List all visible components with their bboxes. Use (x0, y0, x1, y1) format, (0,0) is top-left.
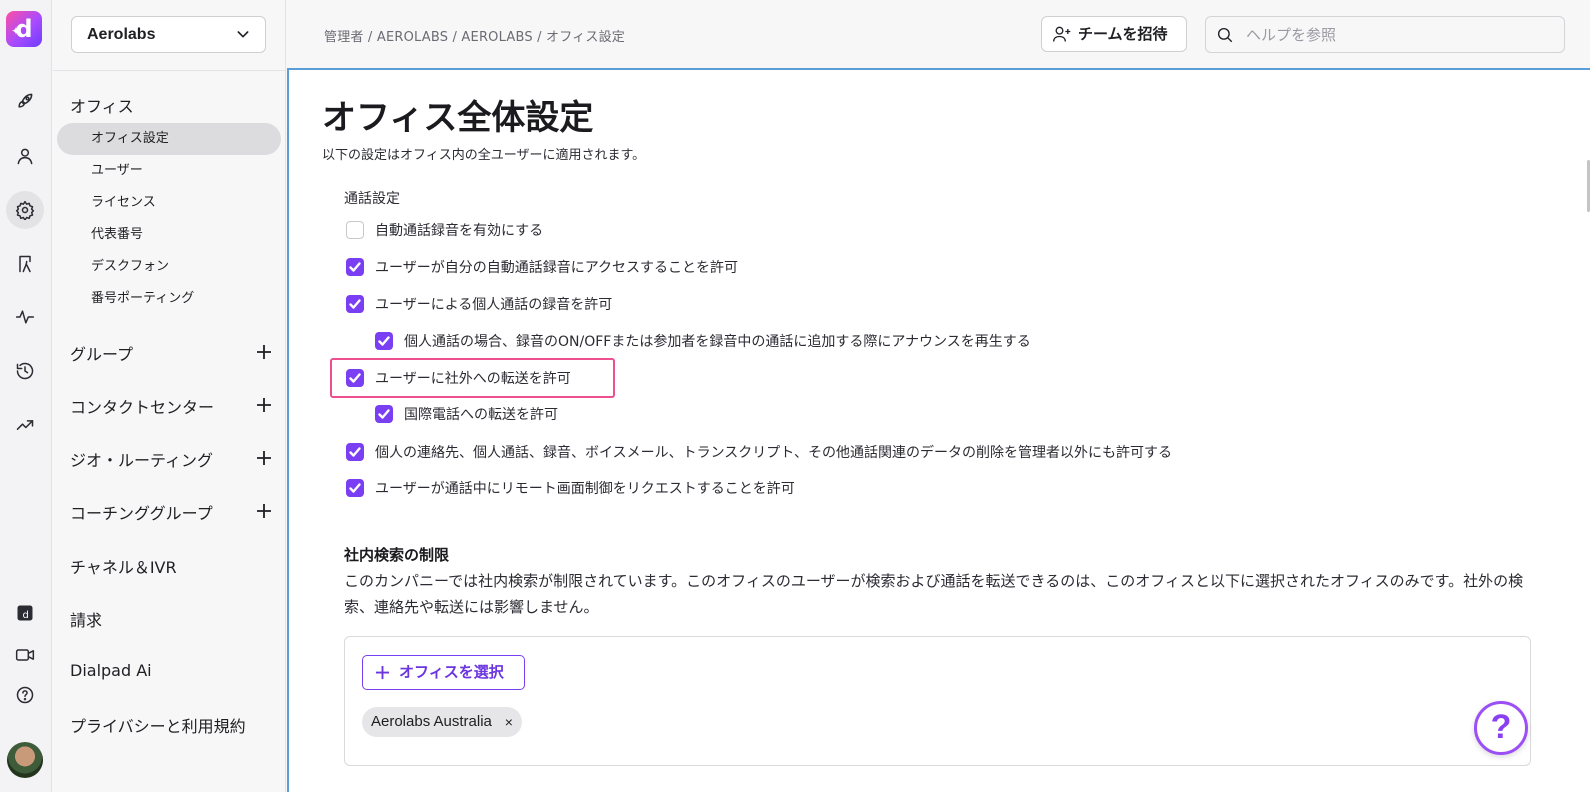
office-chip-label: Aerolabs Australia (371, 713, 492, 730)
office-selection-panel: オフィスを選択 Aerolabs Australia × (344, 636, 1531, 766)
gear-icon[interactable] (6, 191, 44, 229)
nav-item-number-porting[interactable]: 番号ポーティング (57, 283, 281, 315)
add-coaching-group-icon[interactable] (256, 503, 272, 519)
checkbox[interactable] (346, 258, 364, 276)
icon-rail: ✦ d d (0, 0, 52, 792)
search-icon (1217, 27, 1233, 43)
breadcrumb: 管理者 / AEROLABS / AEROLABS / オフィス設定 (324, 30, 625, 45)
dialpad-logo[interactable]: ✦ d (6, 11, 42, 47)
help-search[interactable] (1205, 16, 1565, 53)
check-icon (349, 447, 361, 457)
sparkle-icon: ✦ (11, 24, 22, 38)
check-icon (378, 409, 390, 419)
settings-sidebar: Aerolabs オフィス オフィス設定 ユーザー ライセンス 代表番号 デスク… (53, 0, 286, 792)
dialpad-app-icon[interactable]: d (6, 594, 44, 632)
chevron-down-icon (237, 31, 249, 38)
avatar[interactable] (7, 742, 43, 778)
checkbox[interactable] (346, 443, 364, 461)
nav-heading-privacy[interactable]: プライバシーと利用規約 (70, 713, 246, 737)
nav-item-main-numbers[interactable]: 代表番号 (57, 219, 281, 251)
nav-item-office-settings[interactable]: オフィス設定 (57, 123, 281, 155)
nav-heading-dialpad-ai[interactable]: Dialpad Ai (70, 661, 152, 680)
nav-heading-billing[interactable]: 請求 (70, 607, 102, 631)
remove-chip-icon[interactable]: × (505, 707, 513, 737)
video-icon[interactable] (6, 636, 44, 674)
check-icon (349, 262, 361, 272)
rocket-icon[interactable] (6, 82, 44, 120)
add-user-icon (1053, 26, 1071, 42)
search-restriction-description: このカンパニーでは社内検索が制限されています。このオフィスのユーザーが検索および… (344, 572, 1524, 616)
tree-icon[interactable] (6, 245, 44, 283)
invite-team-label: チームを招待 (1078, 25, 1168, 43)
check-icon (378, 336, 390, 346)
office-select[interactable]: Aerolabs (71, 16, 266, 53)
nav-heading-channels-ivr[interactable]: チャネル＆IVR (70, 554, 177, 578)
checkbox[interactable] (346, 295, 364, 313)
option-label: ユーザーに社外への転送を許可 (375, 371, 571, 387)
checkbox[interactable] (346, 369, 364, 387)
nav-heading-groups[interactable]: グループ (70, 341, 133, 365)
page-title: オフィス全体設定 (322, 98, 594, 138)
checkbox[interactable] (375, 405, 393, 423)
search-restriction-title: 社内検索の制限 (344, 546, 450, 564)
nav-heading-coaching-groups[interactable]: コーチンググループ (70, 500, 213, 524)
top-bar: 管理者 / AEROLABS / AEROLABS / オフィス設定 チームを招… (287, 0, 1590, 68)
nav-heading-office[interactable]: オフィス (70, 93, 134, 117)
main-content: オフィス全体設定 以下の設定はオフィス内の全ユーザーに適用されます。 通話設定 … (287, 68, 1590, 792)
add-geo-routing-icon[interactable] (256, 450, 272, 466)
nav-heading-contact-center[interactable]: コンタクトセンター (70, 394, 214, 418)
check-icon (349, 483, 361, 493)
option-label: ユーザーが通話中にリモート画面制御をリクエストすることを許可 (375, 481, 795, 497)
history-icon[interactable] (6, 352, 44, 390)
help-icon[interactable] (6, 676, 44, 714)
option-label: ユーザーによる個人通話の録音を許可 (375, 297, 613, 313)
checkbox[interactable] (346, 221, 364, 239)
option-label: 個人の連絡先、個人通話、録音、ボイスメール、トランスクリプト、その他通話関連のデ… (375, 445, 1173, 461)
trend-icon[interactable] (6, 406, 44, 444)
help-fab-button[interactable]: ? (1474, 701, 1528, 755)
office-select-value: Aerolabs (87, 26, 156, 43)
add-contact-center-icon[interactable] (256, 397, 272, 413)
option-label: ユーザーが自分の自動通話録音にアクセスすることを許可 (375, 260, 739, 276)
plus-icon (375, 665, 390, 680)
svg-text:d: d (23, 610, 29, 621)
search-input[interactable] (1246, 23, 1546, 47)
select-office-button[interactable]: オフィスを選択 (362, 655, 525, 690)
option-label: 個人通話の場合、録音のON/OFFまたは参加者を録音中の通話に追加する際にアナウ… (404, 334, 1031, 350)
nav-item-users[interactable]: ユーザー (57, 155, 281, 187)
nav-heading-geo-routing[interactable]: ジオ・ルーティング (70, 447, 213, 471)
checkbox[interactable] (346, 479, 364, 497)
nav-item-desk-phones[interactable]: デスクフォン (57, 251, 281, 283)
user-icon[interactable] (6, 137, 44, 175)
invite-team-button[interactable]: チームを招待 (1041, 16, 1187, 52)
add-group-icon[interactable] (256, 344, 272, 360)
nav-item-licenses[interactable]: ライセンス (57, 187, 281, 219)
call-settings-label: 通話設定 (344, 191, 400, 207)
option-label: 国際電話への転送を許可 (404, 407, 558, 423)
office-chip: Aerolabs Australia × (362, 707, 522, 737)
select-office-label: オフィスを選択 (399, 663, 504, 681)
page-subtitle: 以下の設定はオフィス内の全ユーザーに適用されます。 (322, 148, 646, 163)
divider (53, 70, 286, 71)
option-label: 自動通話録音を有効にする (375, 223, 544, 239)
check-icon (349, 373, 361, 383)
checkbox[interactable] (375, 332, 393, 350)
pulse-icon[interactable] (6, 298, 44, 336)
check-icon (349, 299, 361, 309)
